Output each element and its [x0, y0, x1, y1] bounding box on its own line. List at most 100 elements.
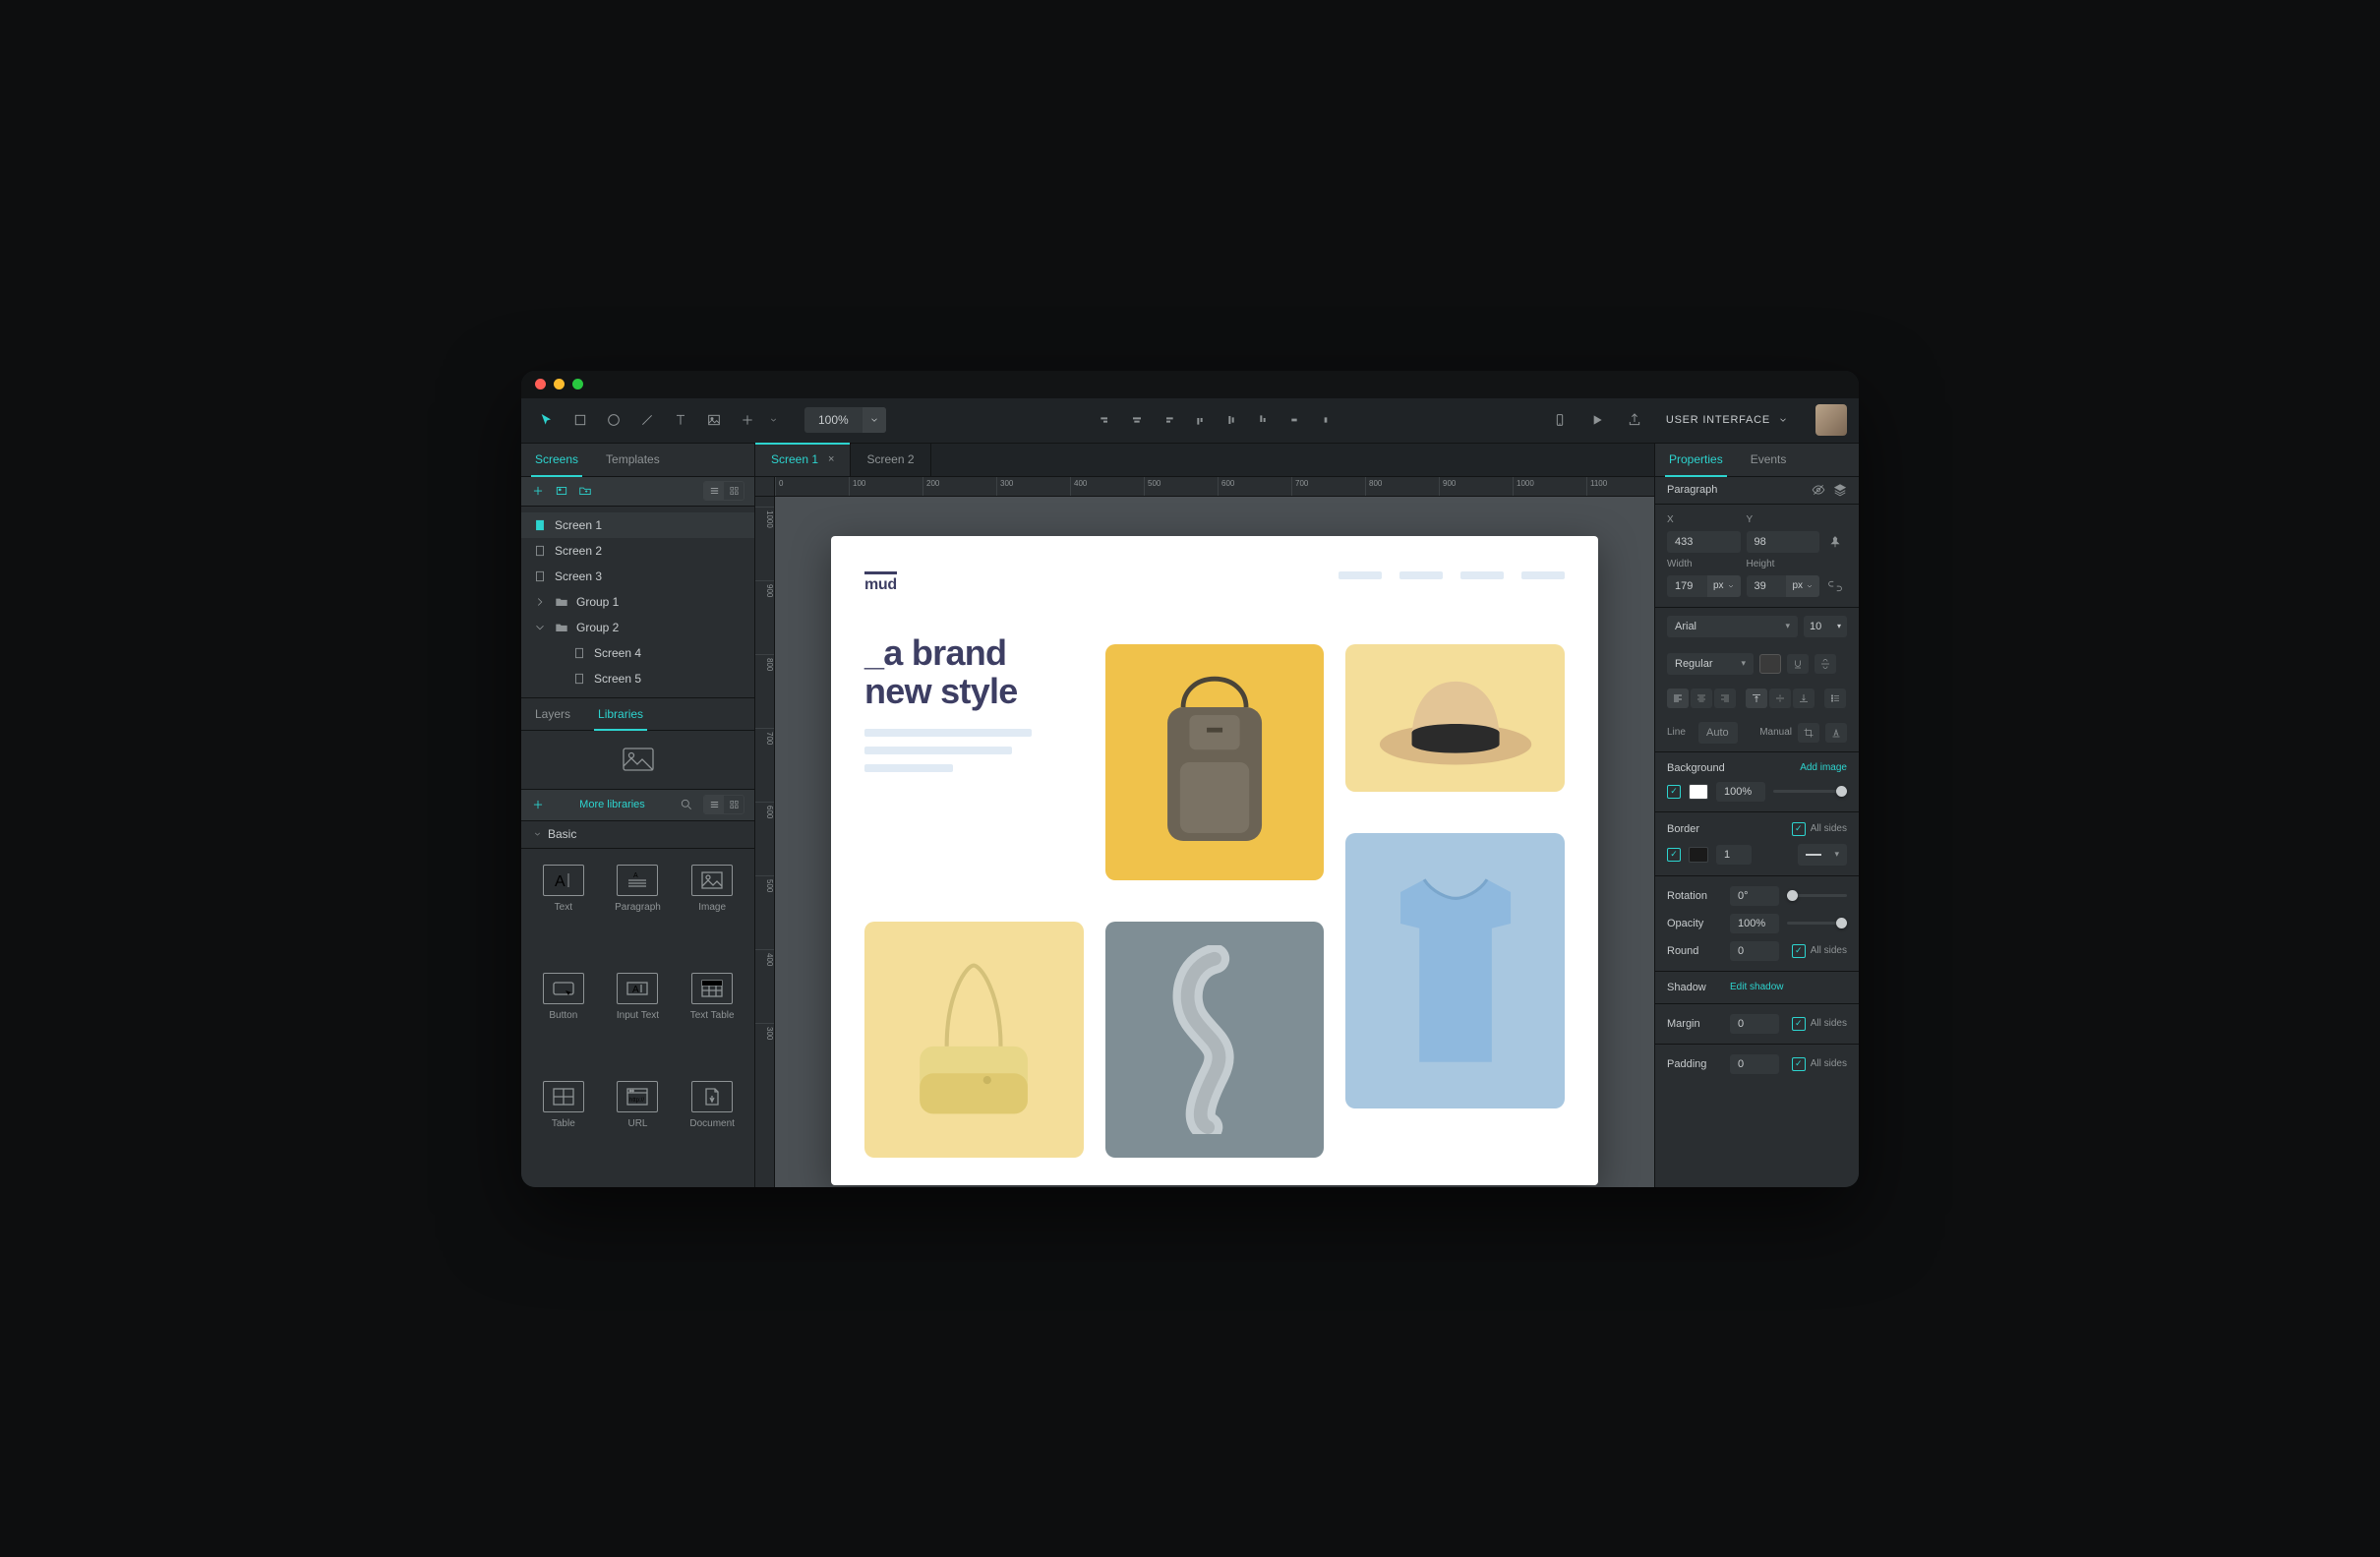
- visibility-icon[interactable]: [1812, 483, 1825, 497]
- device-preview-icon[interactable]: [1546, 406, 1574, 434]
- font-weight-dropdown[interactable]: Regular▾: [1667, 653, 1754, 675]
- text-tool[interactable]: [667, 406, 694, 434]
- select-tool[interactable]: [533, 406, 561, 434]
- share-icon[interactable]: [1621, 406, 1648, 434]
- search-icon[interactable]: [680, 798, 693, 811]
- ellipse-tool[interactable]: [600, 406, 627, 434]
- width-input[interactable]: 179px: [1667, 575, 1741, 597]
- image-tool[interactable]: [700, 406, 728, 434]
- new-folder-icon[interactable]: [578, 484, 592, 498]
- layers-icon[interactable]: [1833, 483, 1847, 497]
- tree-item-screen-4[interactable]: Screen 4: [521, 640, 754, 666]
- text-style-icon[interactable]: [1825, 723, 1847, 743]
- tab-events[interactable]: Events: [1737, 444, 1801, 476]
- widget-table[interactable]: Table: [527, 1075, 600, 1177]
- minimize-window-icon[interactable]: [554, 379, 565, 389]
- x-input[interactable]: 433: [1667, 531, 1741, 553]
- line-auto-input[interactable]: Auto: [1698, 722, 1738, 744]
- font-size-input[interactable]: 10▾: [1804, 616, 1847, 637]
- edit-shadow-link[interactable]: Edit shadow: [1730, 982, 1783, 992]
- add-screen-icon[interactable]: [531, 484, 545, 498]
- grid-view-icon[interactable]: [724, 482, 744, 500]
- close-window-icon[interactable]: [535, 379, 546, 389]
- widget-input-text[interactable]: AInput Text: [602, 967, 675, 1069]
- line-tool[interactable]: [633, 406, 661, 434]
- bg-opacity-slider[interactable]: [1773, 790, 1847, 793]
- rotation-input[interactable]: 0°: [1730, 886, 1779, 906]
- rotation-slider[interactable]: [1787, 894, 1847, 897]
- zoom-caret-icon[interactable]: [863, 407, 886, 433]
- tab-properties[interactable]: Properties: [1655, 444, 1737, 476]
- align-left-text-icon[interactable]: [1667, 689, 1689, 708]
- bg-enabled-checkbox[interactable]: ✓: [1667, 785, 1681, 799]
- tree-item-group-1[interactable]: Group 1: [521, 589, 754, 615]
- add-image-link[interactable]: Add image: [1800, 762, 1847, 773]
- widget-document[interactable]: Document: [676, 1075, 748, 1177]
- add-library-icon[interactable]: [531, 798, 545, 811]
- more-libraries-link[interactable]: More libraries: [555, 799, 670, 810]
- tab-templates[interactable]: Templates: [592, 444, 674, 476]
- valign-middle-icon[interactable]: [1769, 689, 1791, 708]
- align-center-text-icon[interactable]: [1691, 689, 1712, 708]
- tree-item-screen-3[interactable]: Screen 3: [521, 564, 754, 589]
- distribute-v-icon[interactable]: [1280, 406, 1308, 434]
- opacity-slider[interactable]: [1787, 922, 1847, 925]
- card-hat[interactable]: [1345, 644, 1565, 792]
- crop-icon[interactable]: [1798, 723, 1819, 743]
- tab-layers[interactable]: Layers: [521, 698, 584, 730]
- card-scarf[interactable]: [1105, 922, 1325, 1158]
- tree-item-screen-5[interactable]: Screen 5: [521, 666, 754, 691]
- widget-paragraph[interactable]: AParagraph: [602, 859, 675, 961]
- tab-screens[interactable]: Screens: [521, 444, 592, 476]
- zoom-control[interactable]: 100%: [804, 407, 886, 433]
- align-vcenter-icon[interactable]: [1218, 406, 1245, 434]
- play-icon[interactable]: [1583, 406, 1611, 434]
- font-family-dropdown[interactable]: Arial▾: [1667, 616, 1798, 637]
- margin-allsides-checkbox[interactable]: ✓: [1792, 1017, 1806, 1031]
- align-right-text-icon[interactable]: [1714, 689, 1736, 708]
- user-avatar[interactable]: [1815, 404, 1847, 436]
- border-style-dropdown[interactable]: ▾: [1798, 844, 1847, 866]
- align-hcenter-icon[interactable]: [1123, 406, 1151, 434]
- doc-tab-screen-1[interactable]: Screen 1×: [755, 443, 851, 476]
- widget-url[interactable]: http://URL: [602, 1075, 675, 1177]
- underline-icon[interactable]: [1787, 654, 1809, 674]
- card-top[interactable]: [1345, 833, 1565, 1108]
- section-basic[interactable]: Basic: [521, 821, 754, 849]
- align-left-icon[interactable]: [1155, 406, 1182, 434]
- mode-dropdown[interactable]: USER INTERFACE: [1658, 413, 1796, 427]
- round-input[interactable]: 0: [1730, 941, 1779, 961]
- image-screen-icon[interactable]: [555, 484, 568, 498]
- pin-icon[interactable]: [1825, 532, 1845, 552]
- canvas-stage[interactable]: mud _a brand new style: [775, 497, 1654, 1187]
- tree-item-screen-1[interactable]: Screen 1: [521, 512, 754, 538]
- add-tool[interactable]: [734, 406, 761, 434]
- bg-color-swatch[interactable]: [1689, 784, 1708, 800]
- lib-view-toggle[interactable]: [703, 795, 744, 814]
- font-color-swatch[interactable]: [1759, 654, 1781, 674]
- widget-text-table[interactable]: Text Table: [676, 967, 748, 1069]
- close-tab-icon[interactable]: ×: [828, 453, 834, 465]
- lib-grid-view-icon[interactable]: [724, 796, 744, 813]
- add-tool-caret[interactable]: [767, 406, 779, 434]
- opacity-input[interactable]: 100%: [1730, 914, 1779, 933]
- card-bag[interactable]: [864, 922, 1084, 1158]
- y-input[interactable]: 98: [1747, 531, 1820, 553]
- border-allsides-checkbox[interactable]: ✓: [1792, 822, 1806, 836]
- border-color-swatch[interactable]: [1689, 847, 1708, 863]
- link-wh-icon[interactable]: [1825, 576, 1845, 596]
- align-right-icon[interactable]: [1092, 406, 1119, 434]
- border-enabled-checkbox[interactable]: ✓: [1667, 848, 1681, 862]
- widget-button[interactable]: Button: [527, 967, 600, 1069]
- distribute-h-icon[interactable]: [1312, 406, 1339, 434]
- align-bottom-icon[interactable]: [1249, 406, 1277, 434]
- tab-libraries[interactable]: Libraries: [584, 698, 657, 730]
- rectangle-tool[interactable]: [566, 406, 594, 434]
- height-input[interactable]: 39px: [1747, 575, 1820, 597]
- round-allsides-checkbox[interactable]: ✓: [1792, 944, 1806, 958]
- maximize-window-icon[interactable]: [572, 379, 583, 389]
- lib-list-view-icon[interactable]: [704, 796, 724, 813]
- strikethrough-icon[interactable]: [1815, 654, 1836, 674]
- list-icon[interactable]: [1824, 689, 1846, 708]
- widget-text[interactable]: AText: [527, 859, 600, 961]
